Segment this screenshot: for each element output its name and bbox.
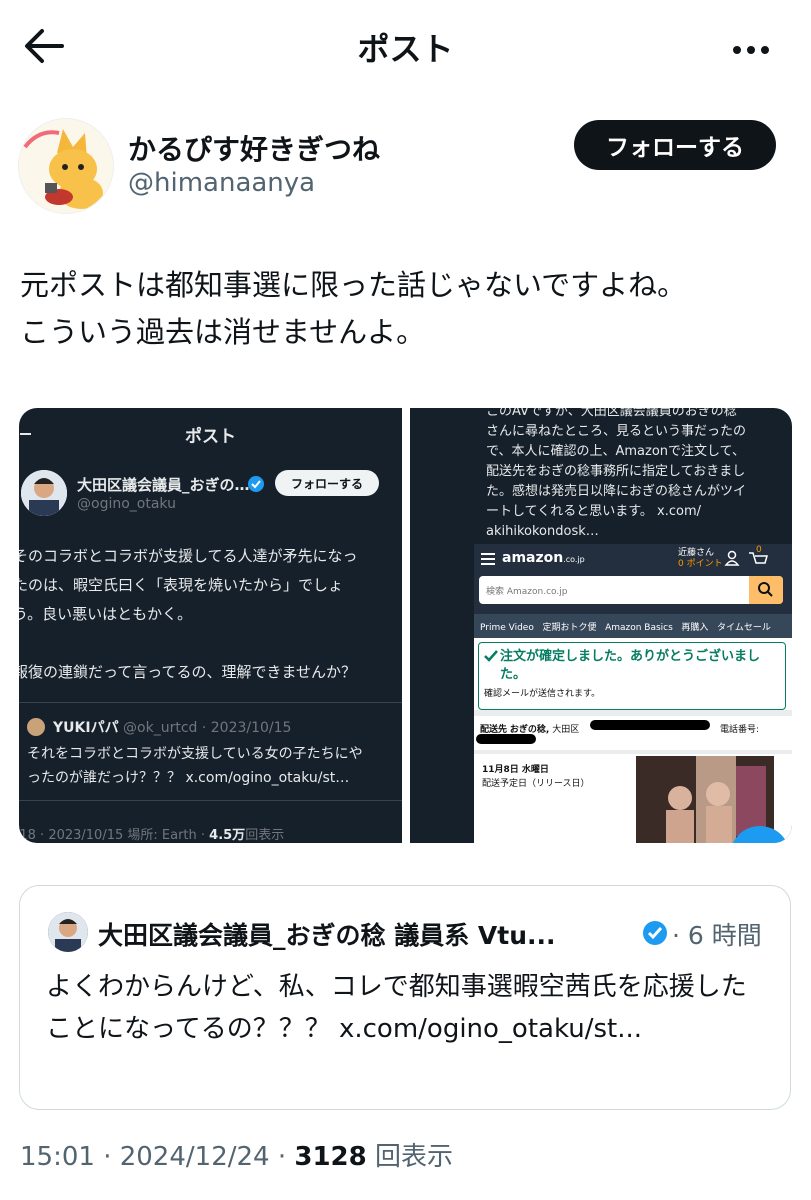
author-handle[interactable]: @himanaanya bbox=[128, 168, 315, 198]
quote-text: よくわからんけど、私、コレで都知事選暇空茜氏を応援したことになってるの？？？ x… bbox=[46, 972, 747, 1044]
quote-author-name: 大田区議会議員_おぎの稔 議員系 Vtu... bbox=[98, 921, 556, 950]
confirm-message: 注文が確定しました。ありがとうございました。 bbox=[500, 649, 761, 682]
post-image-1[interactable]: ポスト 大田区議会議員_おぎの… @ogino_otaku フォローする そのコ… bbox=[19, 408, 402, 843]
divider bbox=[474, 750, 792, 754]
embed-author-handle: @ogino_otaku bbox=[77, 496, 176, 512]
quoted-post[interactable]: 大田区議会議員_おぎの稔 議員系 Vtu... · 6 時間 よくわからんけど、… bbox=[19, 885, 791, 1110]
check-icon bbox=[484, 650, 498, 662]
verified-badge-icon bbox=[643, 921, 667, 945]
redaction bbox=[590, 720, 710, 730]
post-meta: 15:01 · 2024/12/24 · 3128 回表示 bbox=[20, 1142, 454, 1172]
delivery-date: 11月8日 水曜日 bbox=[482, 765, 549, 775]
person-photo-icon bbox=[48, 912, 88, 952]
avatar[interactable] bbox=[18, 118, 114, 214]
delivery-sub: 配送予定日（リリース日） bbox=[482, 779, 590, 789]
confirm-sub: 確認メールが送信されます。 bbox=[484, 689, 601, 699]
amazon-screenshot: amazon.co.jp 近藤さん 0 ポイント 0 検索 Amazon.co.… bbox=[474, 544, 792, 843]
quote-time: · 6 時間 bbox=[672, 921, 762, 950]
amazon-search-placeholder: 検索 Amazon.co.jp bbox=[486, 587, 568, 597]
embed-right-text: このAVですが、大田区議会議員のおぎの稔 さんに尋ねたところ、見るという事だった… bbox=[486, 408, 747, 539]
fox-avatar-icon bbox=[19, 119, 113, 213]
embed-footer: :18 · 2023/10/15 場所: Earth · 4.5万回表示 bbox=[19, 828, 285, 843]
redaction bbox=[476, 734, 536, 744]
account-icon bbox=[724, 550, 740, 566]
divider bbox=[19, 702, 402, 703]
divider bbox=[19, 800, 402, 801]
embed-back-icon bbox=[20, 433, 31, 435]
reply-header: YUKIパパ @ok_urtcd · 2023/10/15 bbox=[53, 720, 292, 736]
embed-title: ポスト bbox=[185, 427, 236, 447]
person-photo-icon bbox=[21, 470, 67, 516]
divider bbox=[474, 710, 792, 716]
more-options-icon[interactable] bbox=[729, 28, 773, 68]
follow-button[interactable]: フォローする bbox=[574, 120, 776, 170]
menu-icon bbox=[481, 553, 495, 565]
embed-post-text: そのコラボとコラボが支援してる人達が矛先になっ たのは、暇空氏曰く「表現を焼いた… bbox=[19, 547, 358, 681]
amazon-logo: amazon.co.jp bbox=[502, 550, 585, 566]
reply-avatar bbox=[27, 718, 45, 736]
cart-count: 0 bbox=[756, 545, 762, 555]
post-text: 元ポストは都知事選に限った話じゃないですよね。 こういう過去は消せませんよ。 bbox=[20, 268, 687, 349]
amazon-search-button bbox=[749, 576, 783, 604]
embed-avatar bbox=[21, 470, 67, 516]
reply-text: それをコラボとコラボが支援している女の子たちにや ったのが誰だっけ？？？ x.c… bbox=[27, 746, 363, 786]
view-count: 3128 bbox=[294, 1142, 367, 1172]
embed-author-name: 大田区議会議員_おぎの… bbox=[77, 476, 250, 494]
verified-badge-icon bbox=[248, 476, 264, 492]
post-image-2[interactable]: このAVですが、大田区議会議員のおぎの稔 さんに尋ねたところ、見るという事だった… bbox=[410, 408, 792, 843]
author-name[interactable]: かるぴす好きぎつね bbox=[128, 128, 380, 168]
search-icon bbox=[758, 582, 773, 597]
amazon-nav-items: Prime Video 定期おトク便 Amazon Basics 再購入 タイム… bbox=[480, 623, 771, 633]
amazon-user: 近藤さん 0 ポイント bbox=[678, 548, 723, 569]
quote-avatar bbox=[48, 912, 88, 952]
phone-label: 電話番号: bbox=[720, 725, 760, 735]
page-title: ポスト bbox=[357, 30, 454, 68]
embed-follow-button: フォローする bbox=[275, 470, 379, 496]
